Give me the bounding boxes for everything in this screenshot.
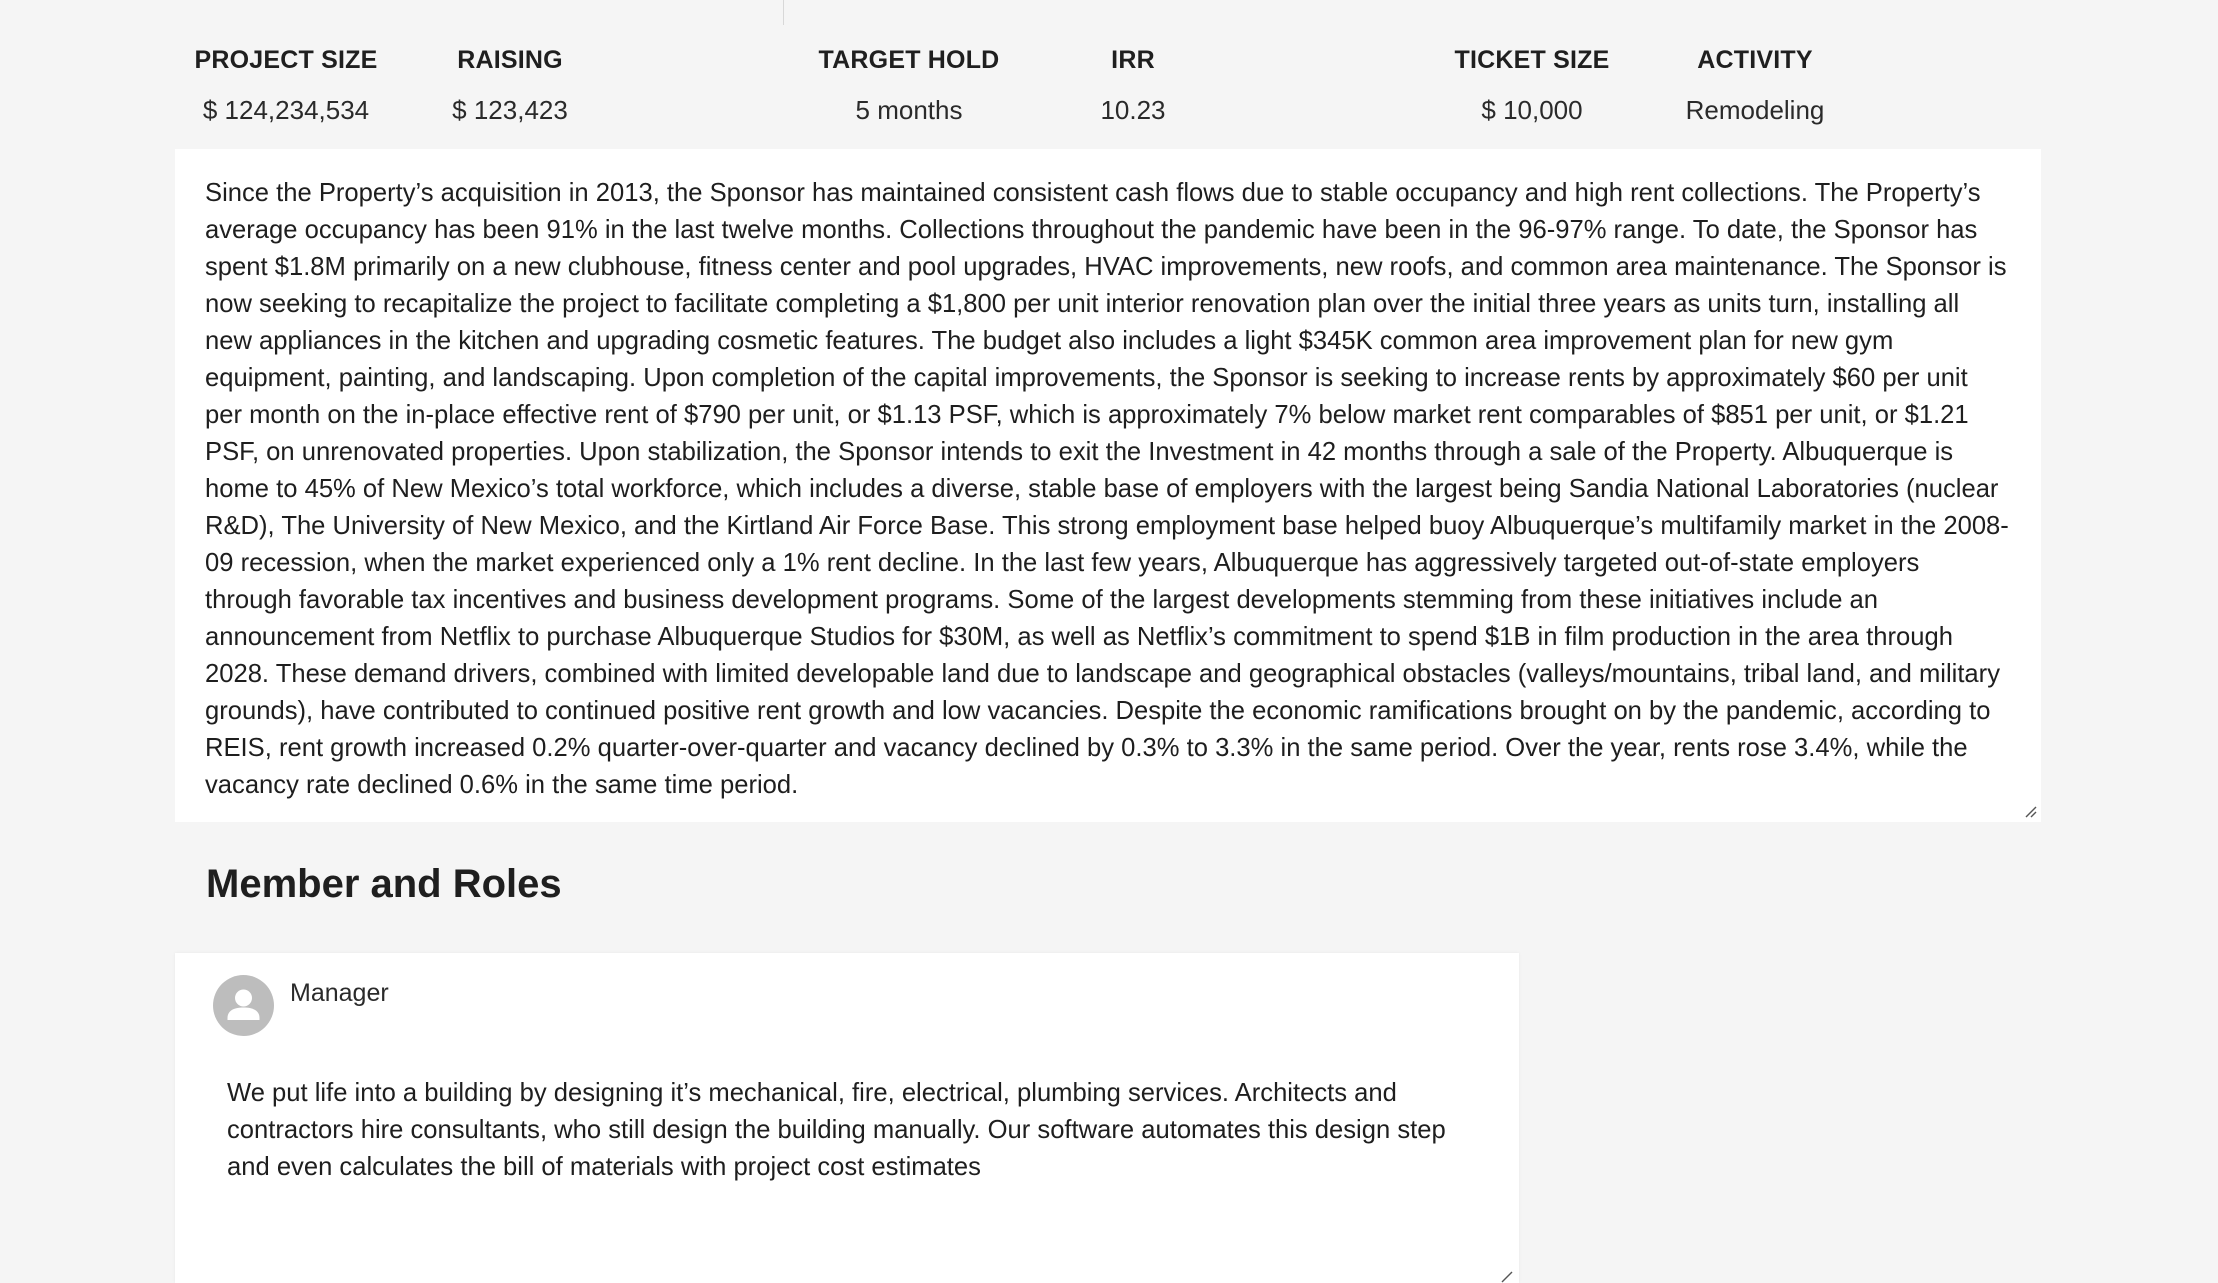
project-description-text: Since the Property’s acquisition in 2013… [205, 179, 2009, 799]
stat-label: ACTIVITY [1697, 46, 1813, 74]
user-icon [213, 975, 274, 1036]
stat-label: PROJECT SIZE [194, 46, 378, 74]
resize-handle-icon[interactable] [2023, 804, 2037, 818]
project-description-textarea[interactable]: Since the Property’s acquisition in 2013… [175, 149, 2041, 822]
member-role: Manager [290, 979, 389, 1007]
top-divider [783, 0, 784, 25]
stat-label: IRR [1111, 46, 1155, 74]
stat-value: 10.23 [1100, 95, 1166, 125]
stat-label: TICKET SIZE [1454, 46, 1610, 74]
stat-value: $ 10,000 [1481, 95, 1583, 125]
member-card: Manager We put life into a building by d… [175, 953, 1519, 1283]
stat-label: TARGET HOLD [818, 46, 1000, 74]
stat-value: 5 months [855, 95, 963, 125]
stat-value: Remodeling [1685, 95, 1825, 125]
member-bio-textarea[interactable]: We put life into a building by designing… [227, 1075, 1467, 1186]
resize-handle-icon[interactable] [1499, 1269, 1513, 1283]
stat-value: $ 123,423 [452, 95, 568, 125]
members-section-title: Member and Roles [206, 862, 562, 906]
stat-value: $ 124,234,534 [202, 95, 370, 125]
stat-label: RAISING [457, 46, 563, 74]
